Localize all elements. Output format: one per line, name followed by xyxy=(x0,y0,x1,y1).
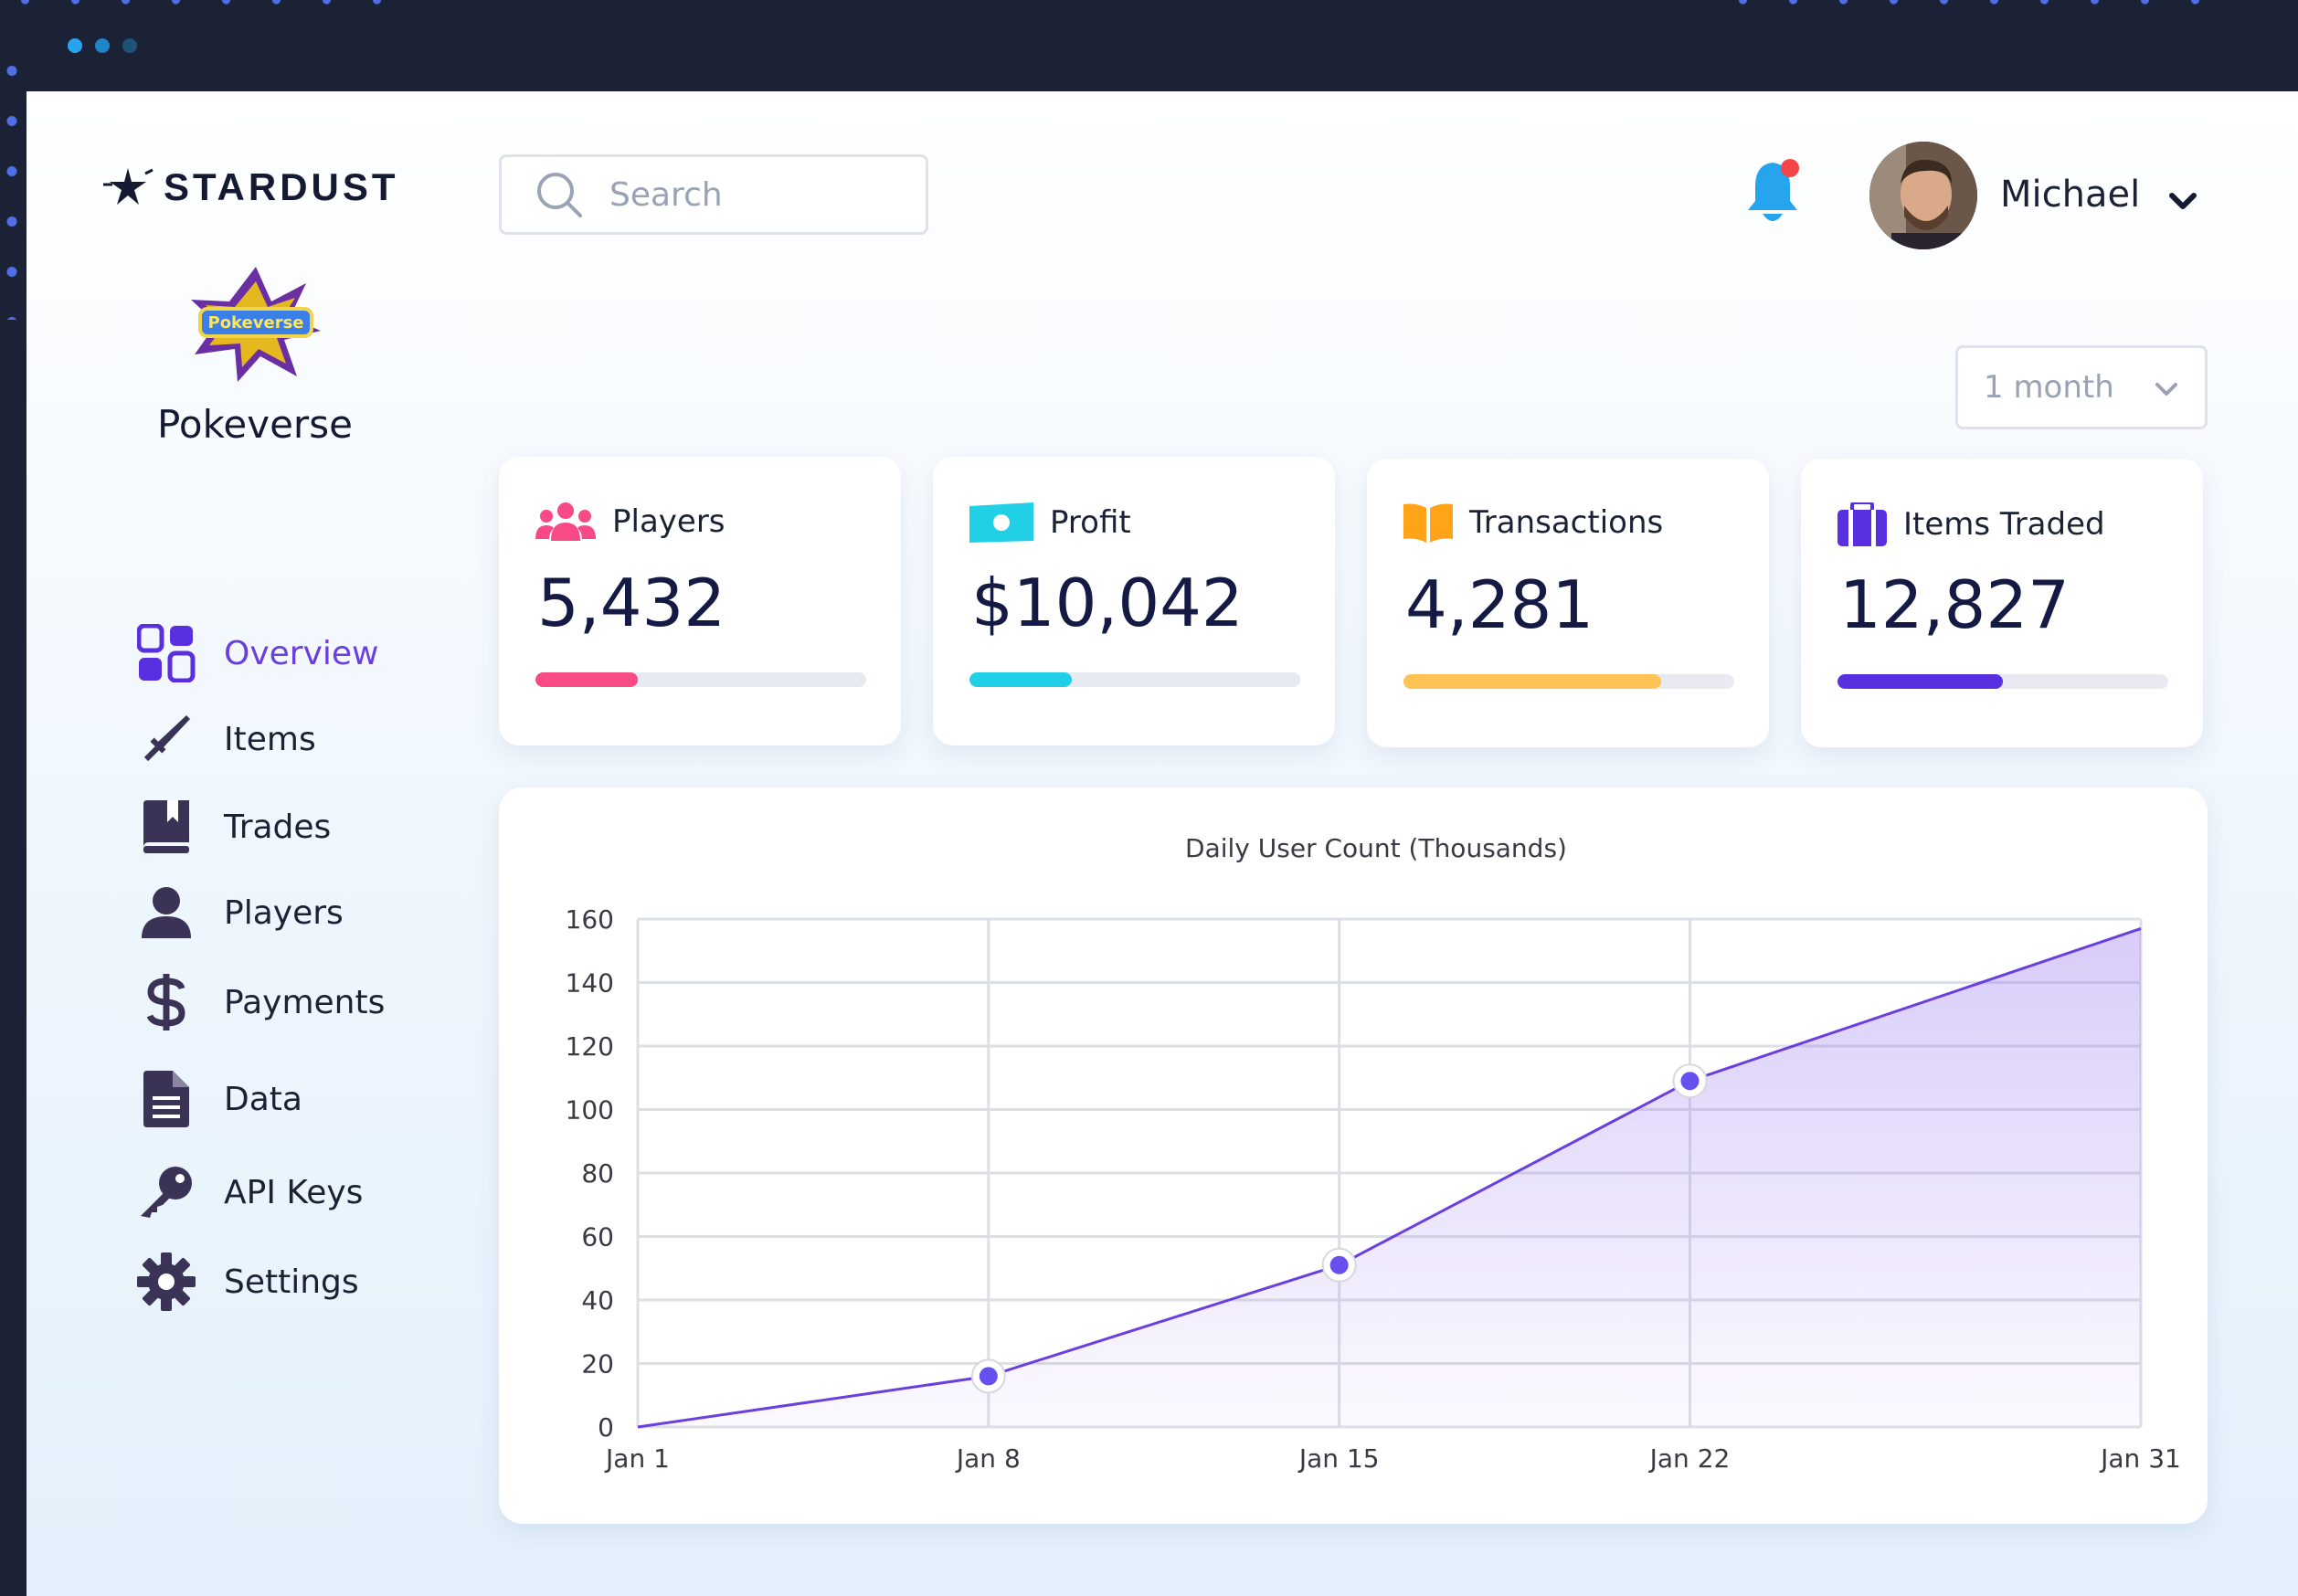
progress-fill xyxy=(1837,674,2003,689)
sidebar-item-label: API Keys xyxy=(224,1173,364,1211)
progress-fill xyxy=(969,672,1073,687)
progress-track xyxy=(1837,674,2168,689)
data-point[interactable] xyxy=(979,1367,998,1386)
stat-card-profit: Profit $10,042 xyxy=(933,457,1335,745)
title-bar xyxy=(0,0,2298,91)
stat-card-items-traded: Items Traded 12,827 xyxy=(1801,459,2203,747)
stat-value: 12,827 xyxy=(1839,566,2070,643)
money-icon xyxy=(969,502,1033,543)
search-input[interactable] xyxy=(608,174,904,215)
x-tick-label: Jan 1 xyxy=(604,1443,670,1474)
sidebar-item-label: Settings xyxy=(224,1263,359,1301)
chart-svg: Daily User Count (Thousands) 0 20 40 60 80 10… xyxy=(566,833,2181,1474)
stat-title: Players xyxy=(612,503,725,540)
brand[interactable]: STARDUST xyxy=(101,164,399,210)
y-tick-label: 160 xyxy=(566,904,614,935)
data-point[interactable] xyxy=(1329,1255,1349,1274)
stat-value: 4,281 xyxy=(1405,566,1594,643)
search-icon xyxy=(537,173,582,217)
decorative-side-dots xyxy=(5,46,18,320)
notification-bell-icon[interactable] xyxy=(1742,157,1806,230)
brand-name: STARDUST xyxy=(164,165,399,208)
game-name: Pokeverse xyxy=(157,402,353,447)
chevron-down-icon xyxy=(2155,383,2177,396)
sidebar-item-overview[interactable]: Overview xyxy=(134,621,445,685)
progress-track xyxy=(969,672,1300,687)
x-tick-label: Jan 22 xyxy=(1648,1443,1731,1474)
chevron-down-icon[interactable] xyxy=(2165,183,2201,219)
y-tick-label: 20 xyxy=(581,1349,614,1379)
window-maximize-dot[interactable] xyxy=(122,38,137,53)
y-tick-label: 120 xyxy=(566,1031,614,1062)
y-tick-label: 80 xyxy=(581,1158,614,1189)
sidebar-item-label: Overview xyxy=(224,634,379,672)
chart-title: Daily User Count (Thousands) xyxy=(1185,833,1567,863)
stat-card-players: Players 5,432 xyxy=(499,457,901,745)
stat-title: Profit xyxy=(1050,504,1131,541)
avatar[interactable] xyxy=(1869,142,1977,249)
sidebar-item-trades[interactable]: Trades xyxy=(134,795,445,859)
progress-track xyxy=(535,672,866,687)
progress-track xyxy=(1403,674,1734,689)
user-name[interactable]: Michael xyxy=(2000,174,2140,216)
user-icon xyxy=(134,881,198,945)
open-book-icon xyxy=(1403,503,1453,543)
progress-fill xyxy=(535,672,639,687)
sidebar-item-label: Data xyxy=(224,1080,302,1118)
y-tick-label: 140 xyxy=(566,968,614,999)
sword-icon xyxy=(134,707,198,771)
briefcase-icon xyxy=(1837,502,1887,546)
dollar-icon xyxy=(134,970,198,1034)
sidebar-item-settings[interactable]: Settings xyxy=(134,1250,445,1314)
app-window: STARDUST Pokeverse Pokeverse Overview It… xyxy=(26,91,2298,1596)
stat-value: 5,432 xyxy=(537,565,726,641)
sidebar-item-label: Players xyxy=(224,893,344,932)
stat-card-transactions: Transactions 4,281 xyxy=(1367,459,1769,747)
time-range-value: 1 month xyxy=(1984,369,2114,406)
y-tick-label: 100 xyxy=(566,1095,614,1126)
sidebar-item-label: Payments xyxy=(224,983,386,1021)
svg-text:Pokeverse: Pokeverse xyxy=(208,313,304,333)
sidebar-item-label: Items xyxy=(224,720,316,758)
user-count-chart: Daily User Count (Thousands) 0 20 40 60 80 10… xyxy=(499,787,2208,1524)
stat-title: Items Traded xyxy=(1903,506,2105,543)
sidebar-item-data[interactable]: Data xyxy=(134,1067,445,1131)
sidebar-item-items[interactable]: Items xyxy=(134,707,445,771)
gear-icon xyxy=(134,1250,198,1314)
sidebar-item-api-keys[interactable]: API Keys xyxy=(134,1160,445,1224)
data-point[interactable] xyxy=(1680,1072,1700,1091)
stat-value: $10,042 xyxy=(971,565,1244,641)
time-range-select[interactable]: 1 month xyxy=(1955,345,2208,429)
y-tick-label: 60 xyxy=(581,1222,614,1252)
y-tick-label: 40 xyxy=(581,1285,614,1316)
x-tick-label: Jan 31 xyxy=(2099,1443,2181,1474)
sidebar-item-players[interactable]: Players xyxy=(134,881,445,945)
stat-title: Transactions xyxy=(1469,504,1664,541)
star-logo-icon xyxy=(103,168,154,205)
sidebar-item-label: Trades xyxy=(224,808,332,846)
search-box xyxy=(499,154,928,235)
decorative-dots-right xyxy=(1718,0,2229,11)
window-close-dot[interactable] xyxy=(68,38,82,53)
notification-badge xyxy=(1781,159,1799,177)
y-tick-label: 0 xyxy=(598,1412,614,1443)
window-minimize-dot[interactable] xyxy=(95,38,110,53)
x-tick-label: Jan 15 xyxy=(1297,1443,1380,1474)
document-icon xyxy=(134,1067,198,1131)
progress-fill xyxy=(1403,674,1662,689)
sidebar-item-payments[interactable]: Payments xyxy=(134,970,445,1034)
x-tick-label: Jan 8 xyxy=(955,1443,1021,1474)
users-icon xyxy=(535,502,596,541)
book-icon xyxy=(134,795,198,859)
key-icon xyxy=(134,1160,198,1224)
window-controls xyxy=(68,38,137,53)
grid-icon xyxy=(134,621,198,685)
game-logo-image: Pokeverse xyxy=(191,267,321,382)
decorative-dots xyxy=(0,0,384,11)
